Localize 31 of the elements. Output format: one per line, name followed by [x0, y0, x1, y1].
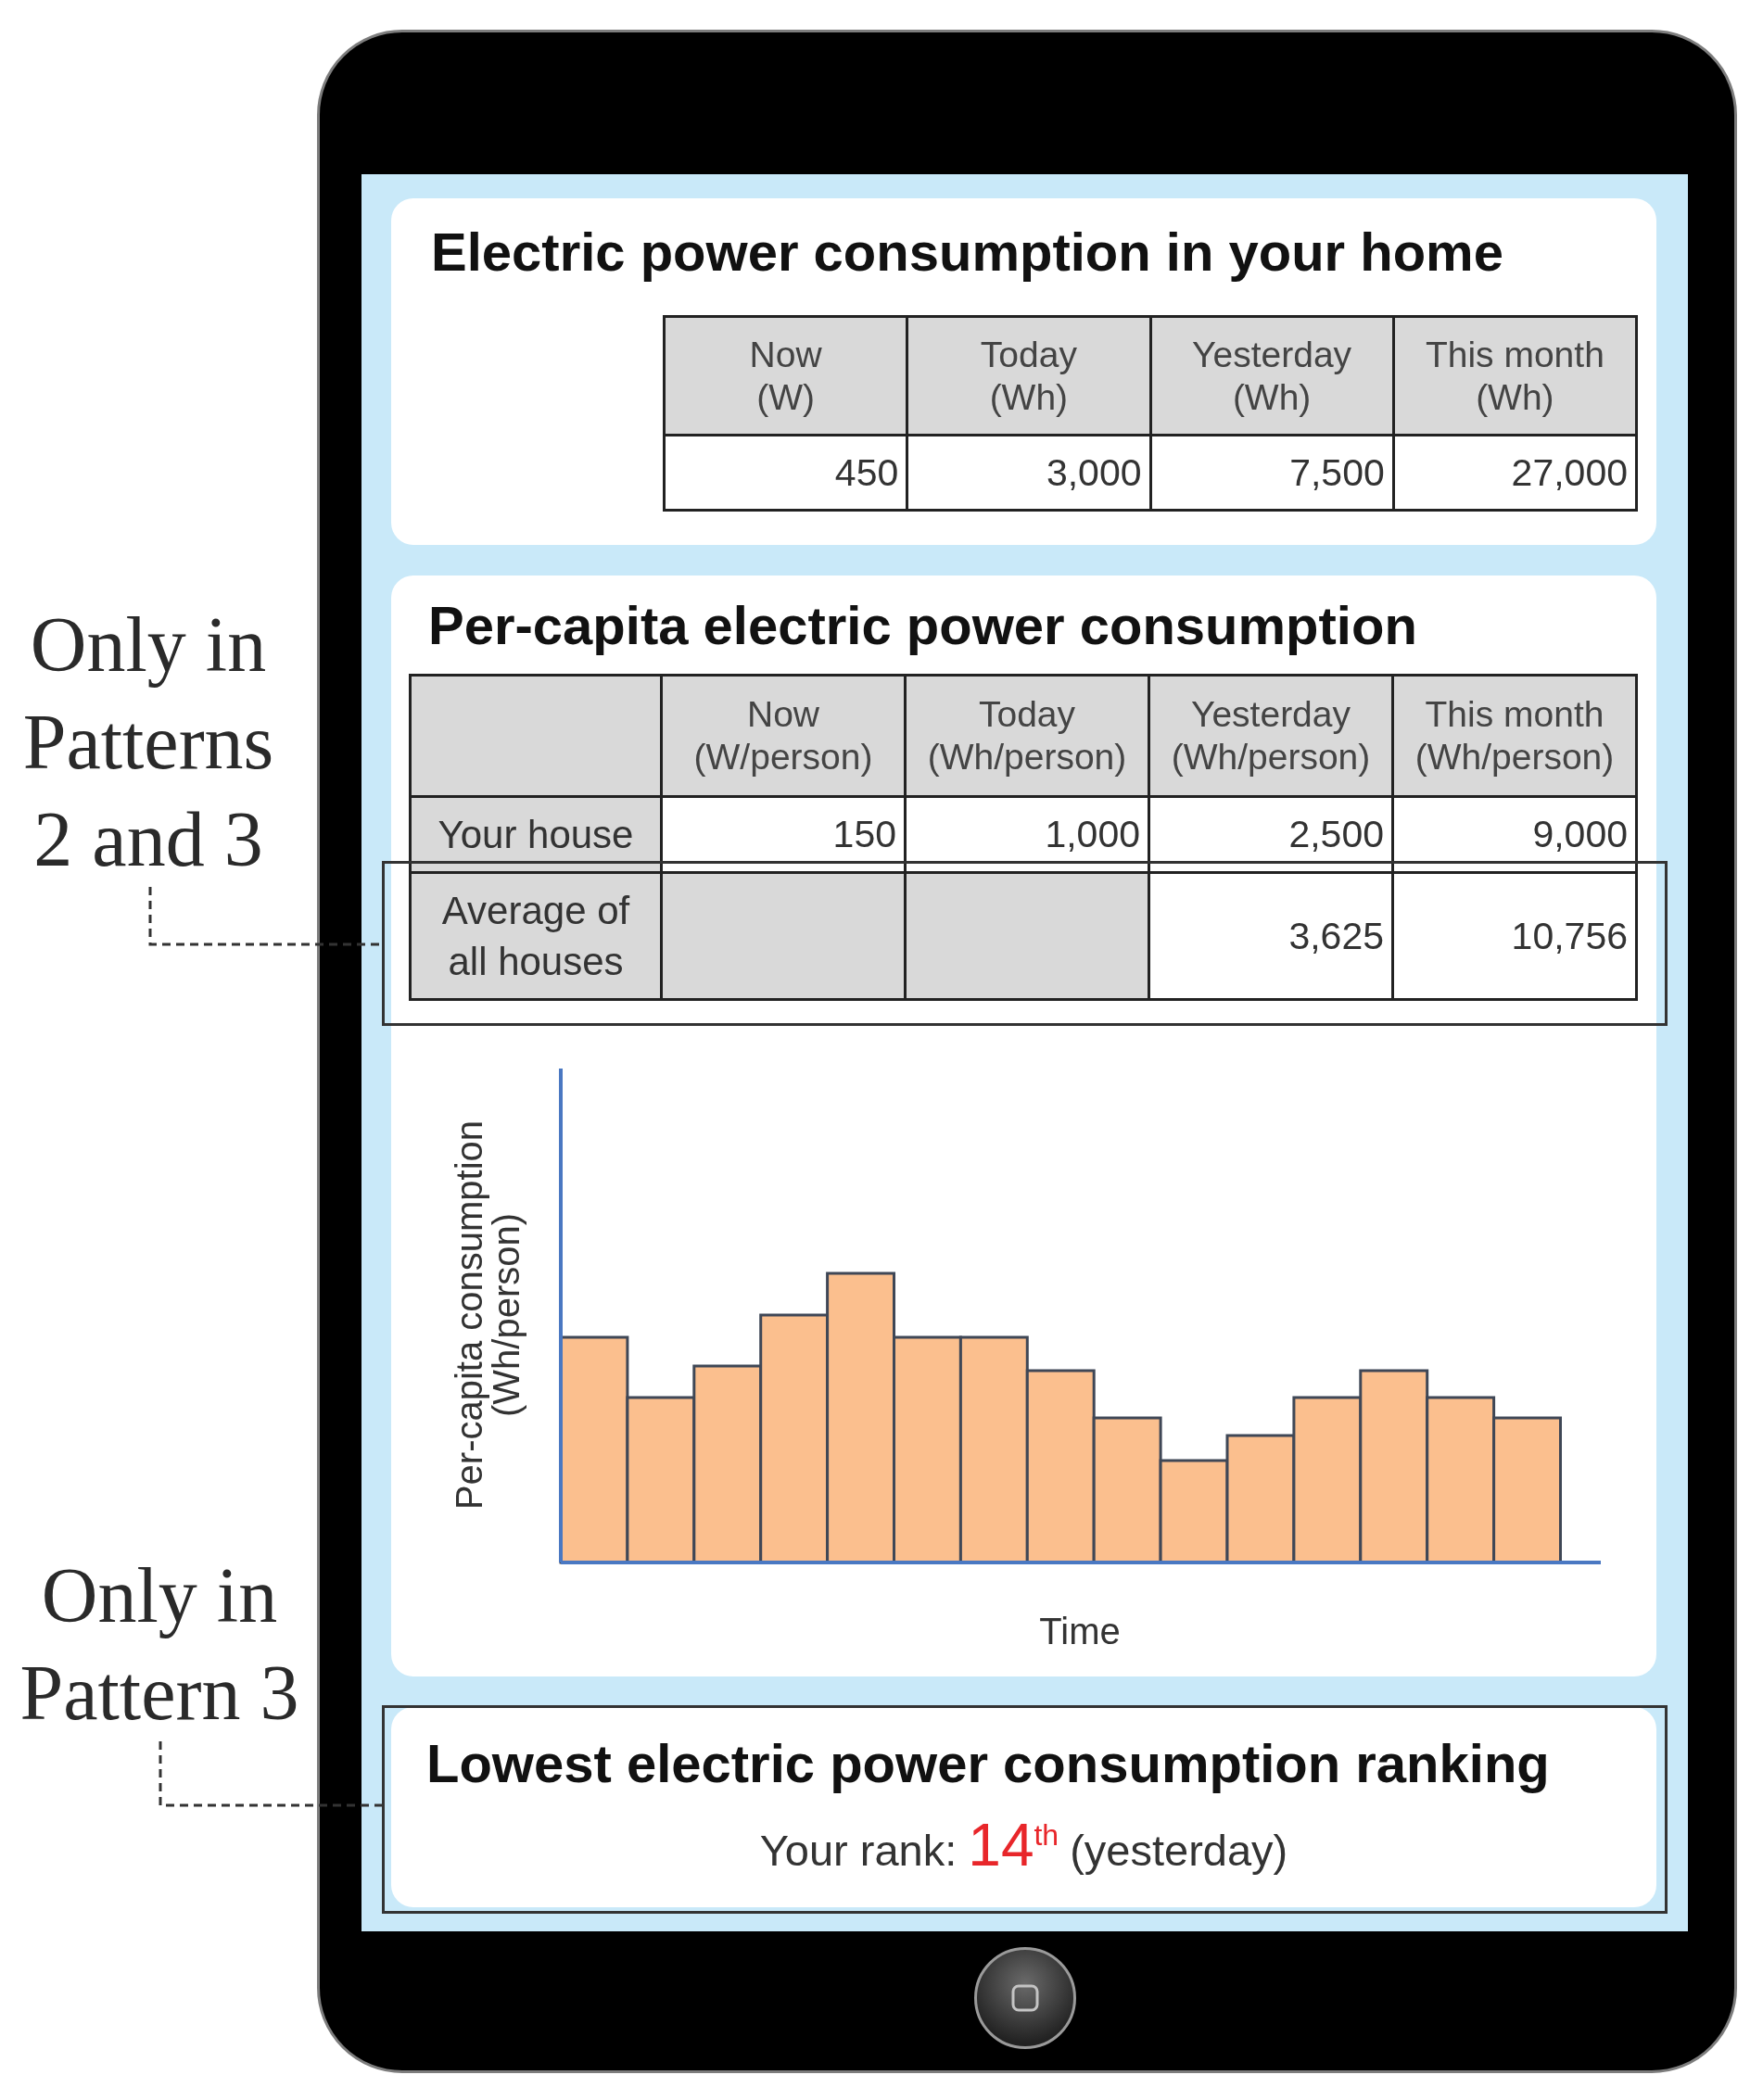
table-cell: 3,625 — [1150, 874, 1394, 1001]
column-header: Yesterday (Wh) — [1151, 318, 1395, 436]
column-header: This month (Wh/person) — [1394, 677, 1638, 798]
rank-period: (yesterday) — [1070, 1825, 1288, 1877]
column-header: This month (Wh) — [1394, 318, 1638, 436]
column-header: Today (Wh) — [908, 318, 1152, 436]
y-axis-title: Per-capita consumption (Wh/person) — [449, 1120, 526, 1511]
table-cell: 9,000 — [1394, 798, 1638, 874]
rank-label: Your rank: — [759, 1825, 958, 1877]
column-header: Now (W) — [666, 318, 909, 436]
row-header: Your house — [412, 798, 663, 874]
table-cell: 7,500 — [1151, 436, 1395, 512]
table-cell: 3,000 — [908, 436, 1152, 512]
square-icon — [1010, 1984, 1039, 2012]
table-cell: 1,000 — [907, 798, 1150, 874]
section-title: Lowest electric power consumption ranking — [426, 1734, 1551, 1793]
table-cell: 2,500 — [1150, 798, 1394, 874]
row-header: Average of all houses — [412, 874, 663, 1001]
annotation-label: Only in Pattern 3 — [19, 1551, 300, 1738]
column-header: Today (Wh/person) — [907, 677, 1150, 798]
rank-value: 14$^{th}$ — [968, 1813, 1059, 1878]
table-cell: 27,000 — [1394, 436, 1638, 512]
table-cell: 450 — [666, 436, 909, 512]
x-axis-title: Time — [1039, 1611, 1121, 1651]
table-cell: 150 — [663, 798, 907, 874]
section-title: Per-capita electric power consumption — [428, 596, 1418, 655]
column-header: Now (W/person) — [663, 677, 907, 798]
section-title: Electric power consumption in your home — [431, 222, 1504, 282]
column-header: Yesterday (Wh/person) — [1150, 677, 1394, 798]
annotation-label: Only in Patterns 2 and 3 — [21, 601, 275, 884]
table-cell: 10,756 — [1394, 874, 1638, 1001]
